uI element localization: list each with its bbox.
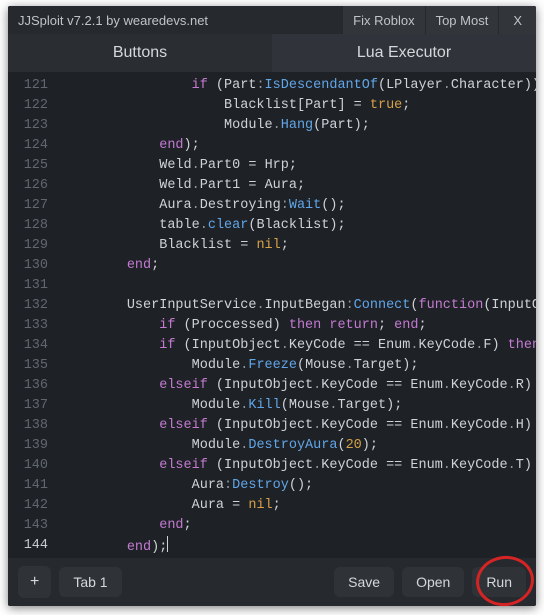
code-line[interactable]: table.clear(Blacklist); xyxy=(62,216,536,236)
code-line[interactable]: elseif (InputObject.KeyCode == Enum.KeyC… xyxy=(62,456,536,476)
line-number: 121 xyxy=(8,76,48,96)
code-line[interactable]: Aura = nil; xyxy=(62,496,536,516)
line-number: 130 xyxy=(8,256,48,276)
line-number: 134 xyxy=(8,336,48,356)
titlebar: JJSploit v7.2.1 by wearedevs.net Fix Rob… xyxy=(8,6,536,34)
code-line[interactable]: if (Part:IsDescendantOf(LPlayer.Characte… xyxy=(62,76,536,96)
line-number: 122 xyxy=(8,96,48,116)
top-most-button[interactable]: Top Most xyxy=(426,6,499,34)
line-number: 137 xyxy=(8,396,48,416)
code-line[interactable] xyxy=(62,276,536,296)
code-editor[interactable]: 1211221231241251261271281291301311321331… xyxy=(8,72,536,558)
line-number: 139 xyxy=(8,436,48,456)
line-number: 125 xyxy=(8,156,48,176)
line-number: 131 xyxy=(8,276,48,296)
line-number: 142 xyxy=(8,496,48,516)
line-number: 136 xyxy=(8,376,48,396)
line-number: 143 xyxy=(8,516,48,536)
code-line[interactable]: elseif (InputObject.KeyCode == Enum.KeyC… xyxy=(62,376,536,396)
code-line[interactable]: elseif (InputObject.KeyCode == Enum.KeyC… xyxy=(62,416,536,436)
code-line[interactable]: if (Proccessed) then return; end; xyxy=(62,316,536,336)
code-line[interactable]: Aura.Destroying:Wait(); xyxy=(62,196,536,216)
code-line[interactable]: Blacklist[Part] = true; xyxy=(62,96,536,116)
script-tab-1[interactable]: Tab 1 xyxy=(59,567,121,597)
main-tabs: Buttons Lua Executor xyxy=(8,34,536,72)
line-number: 140 xyxy=(8,456,48,476)
line-number: 124 xyxy=(8,136,48,156)
line-number: 141 xyxy=(8,476,48,496)
code-line[interactable]: end); xyxy=(62,136,536,156)
code-line[interactable]: Module.DestroyAura(20); xyxy=(62,436,536,456)
code-line[interactable]: UserInputService.InputBegan:Connect(func… xyxy=(62,296,536,316)
text-caret xyxy=(167,536,168,552)
line-number: 133 xyxy=(8,316,48,336)
code-line[interactable]: if (InputObject.KeyCode == Enum.KeyCode.… xyxy=(62,336,536,356)
line-gutter: 1211221231241251261271281291301311321331… xyxy=(8,72,58,558)
app-window: JJSploit v7.2.1 by wearedevs.net Fix Rob… xyxy=(8,6,536,606)
code-line[interactable]: end); xyxy=(62,536,536,556)
tab-buttons[interactable]: Buttons xyxy=(8,34,272,72)
code-area[interactable]: if (Part:IsDescendantOf(LPlayer.Characte… xyxy=(58,72,536,558)
line-number: 123 xyxy=(8,116,48,136)
code-line[interactable]: end; xyxy=(62,256,536,276)
code-line[interactable]: Module.Freeze(Mouse.Target); xyxy=(62,356,536,376)
add-tab-button[interactable]: + xyxy=(18,566,51,598)
line-number: 144 xyxy=(8,536,48,556)
bottom-bar: + Tab 1 Save Open Run xyxy=(8,558,536,606)
line-number: 138 xyxy=(8,416,48,436)
line-number: 126 xyxy=(8,176,48,196)
line-number: 127 xyxy=(8,196,48,216)
tab-lua-executor[interactable]: Lua Executor xyxy=(272,34,536,72)
code-line[interactable]: Aura:Destroy(); xyxy=(62,476,536,496)
code-line[interactable]: Blacklist = nil; xyxy=(62,236,536,256)
code-line[interactable]: Weld.Part1 = Aura; xyxy=(62,176,536,196)
save-button[interactable]: Save xyxy=(334,567,394,597)
line-number: 128 xyxy=(8,216,48,236)
code-line[interactable]: Module.Kill(Mouse.Target); xyxy=(62,396,536,416)
run-button[interactable]: Run xyxy=(472,567,526,597)
code-line[interactable]: Weld.Part0 = Hrp; xyxy=(62,156,536,176)
line-number: 129 xyxy=(8,236,48,256)
line-number: 132 xyxy=(8,296,48,316)
code-line[interactable]: end; xyxy=(62,516,536,536)
close-button[interactable]: X xyxy=(499,6,536,34)
window-title: JJSploit v7.2.1 by wearedevs.net xyxy=(8,6,342,34)
fix-roblox-button[interactable]: Fix Roblox xyxy=(343,6,424,34)
line-number: 135 xyxy=(8,356,48,376)
open-button[interactable]: Open xyxy=(402,567,464,597)
code-line[interactable]: Module.Hang(Part); xyxy=(62,116,536,136)
